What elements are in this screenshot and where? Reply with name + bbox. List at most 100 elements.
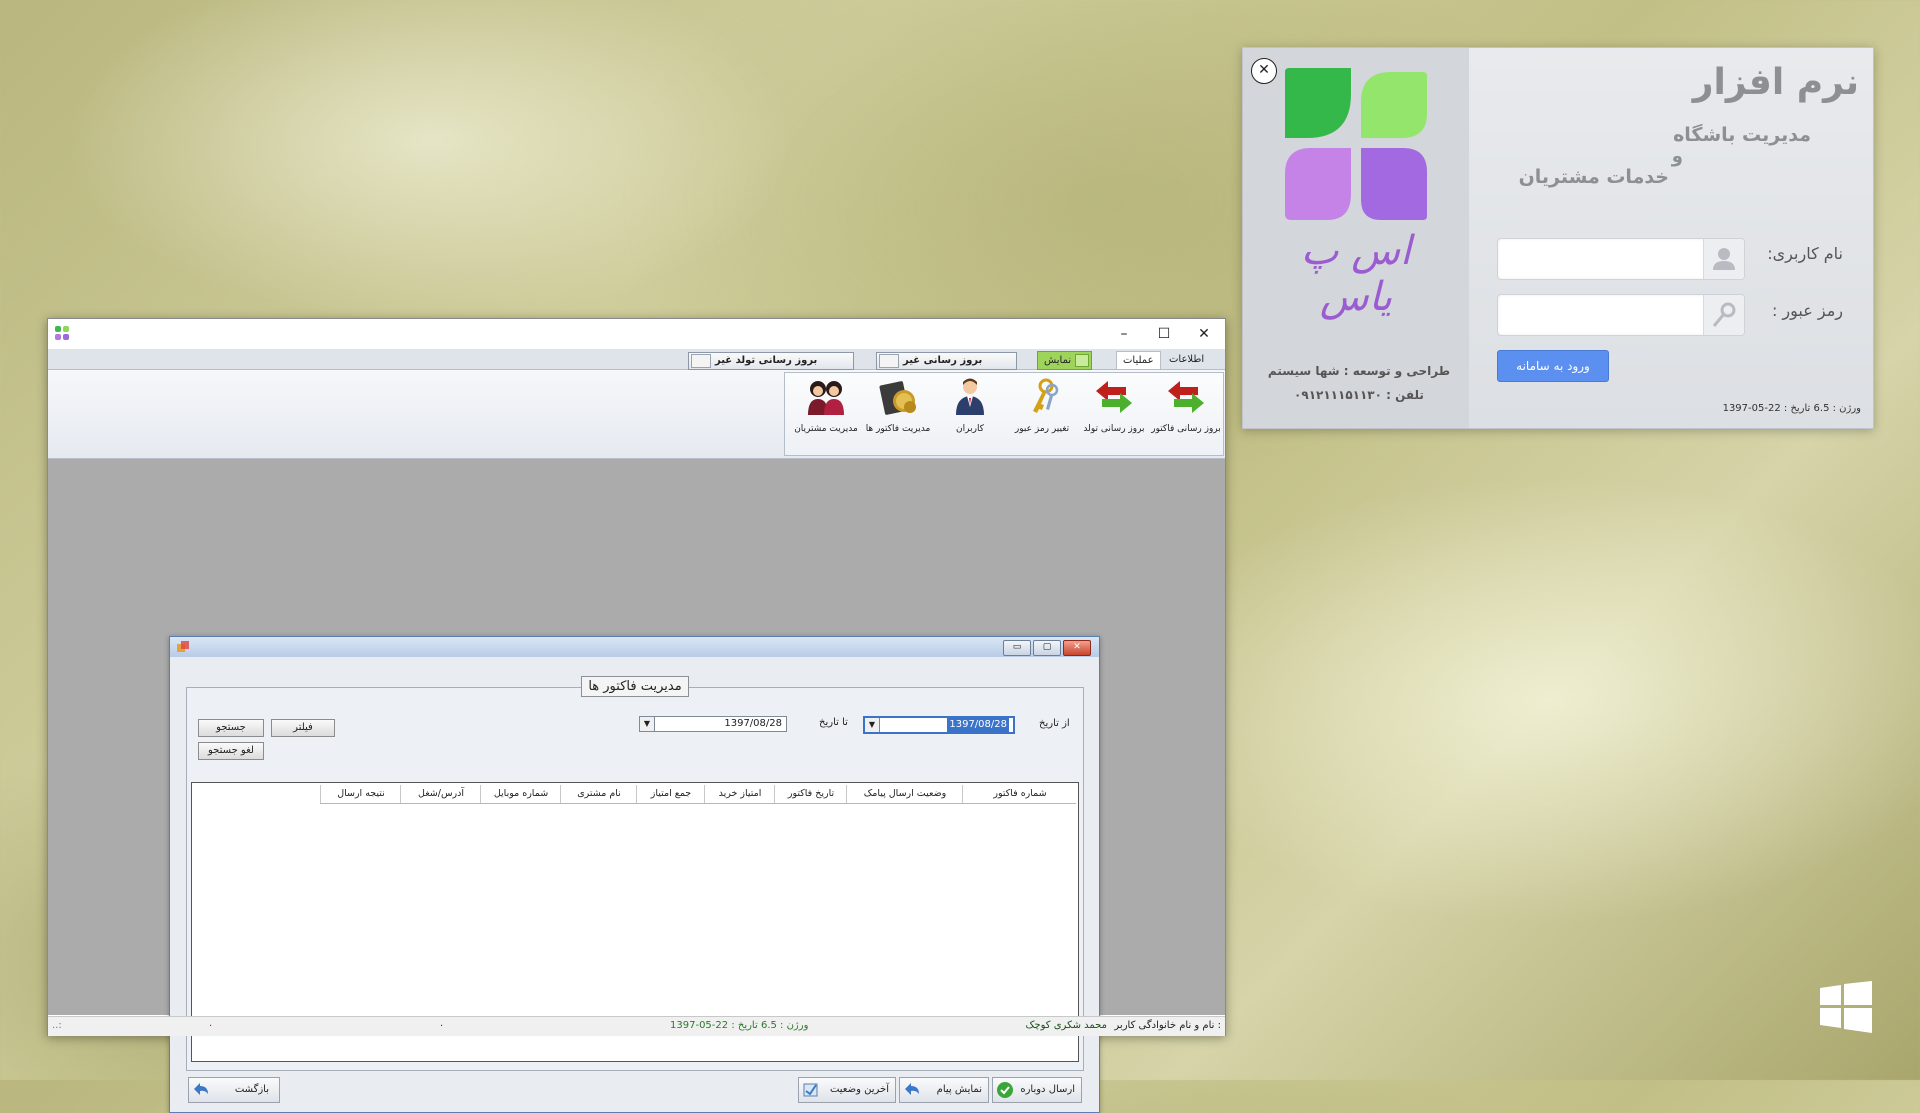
login-subtitle-1: مدیریت باشگاه xyxy=(1673,124,1811,146)
invoice-group-title: مدیریت فاکتور ها xyxy=(187,676,1083,697)
flower-logo-icon xyxy=(1285,68,1427,220)
green-red-arrows-icon xyxy=(1096,381,1132,413)
search-button[interactable]: جستجو xyxy=(198,719,264,737)
column-header[interactable]: تاریخ فاکتور xyxy=(774,785,847,803)
back-button[interactable]: بازگشت xyxy=(188,1077,280,1103)
status-version: ورژن : 6.5 تاریخ : 22-05-1397 xyxy=(670,1020,809,1031)
login-title: نرم افزار xyxy=(1692,62,1859,103)
manual-update-button[interactable]: بروز رسانی غیر خودکار xyxy=(876,352,1017,382)
to-date-picker[interactable]: ▼ 1397/08/28 xyxy=(639,716,787,732)
dialog-app-icon xyxy=(177,641,189,652)
password-icon-box xyxy=(1703,295,1744,335)
login-subtitle-2: خدمات مشتریان xyxy=(1518,166,1669,188)
tab-base-info[interactable]: اطلاعات پایه xyxy=(1163,351,1225,382)
column-header[interactable]: وضعیت ارسال پیامک xyxy=(846,785,963,803)
change-password-label: تغییر رمز عبور xyxy=(1014,424,1070,434)
to-date-value: 1397/08/28 xyxy=(724,718,782,729)
to-date-dropdown-icon[interactable]: ▼ xyxy=(640,717,655,731)
invoice-group-box: مدیریت فاکتور ها از تاریخ ▼ 1397/08/28 ت… xyxy=(186,676,1084,1071)
column-header[interactable]: امتیاز خرید xyxy=(704,785,775,803)
main-titlebar: – ☐ ✕ xyxy=(48,319,1225,349)
coins-icon xyxy=(879,381,916,415)
customers-icon xyxy=(808,381,844,415)
status-bar: نام و نام خانوادگی کاربر : محمد شکری کوچ… xyxy=(48,1016,1225,1036)
column-header[interactable]: نام مشتری xyxy=(560,785,637,803)
from-date-picker[interactable]: ▼ 1397/08/28 xyxy=(863,716,1015,734)
status-dot: . xyxy=(440,1018,444,1029)
tab-display-toggle[interactable] xyxy=(1075,354,1090,367)
main-window: – ☐ ✕ اطلاعات پایه عملیات نمایش بروز رسا… xyxy=(47,318,1226,1113)
ribbon-body: بروز رسانی فاکتور بروز رسانی تولد تغییر xyxy=(48,370,1225,459)
resend-button[interactable]: ارسال دوباره xyxy=(992,1077,1082,1103)
login-button[interactable]: ورود به سامانه xyxy=(1497,350,1609,382)
from-date-dropdown-icon[interactable]: ▼ xyxy=(865,718,880,732)
current-user-name: محمد شکری کوچک xyxy=(1025,1020,1107,1031)
show-message-button[interactable]: نمایش پیام xyxy=(899,1077,989,1103)
resend-label: ارسال دوباره xyxy=(1020,1084,1075,1095)
dialog-minimize-button[interactable]: ▭ xyxy=(1003,640,1031,656)
manual-birthday-update-checkbox[interactable] xyxy=(691,354,711,368)
tab-operations[interactable]: عملیات xyxy=(1116,351,1161,369)
from-date-value: 1397/08/28 xyxy=(947,718,1009,732)
developer-phone: تلفن : ۰۹۱۲۱۱۱۵۱۱۳۰ xyxy=(1294,388,1424,402)
back-label: بازگشت xyxy=(234,1084,269,1095)
username-icon-box xyxy=(1703,239,1744,279)
from-date-label: از تاریخ xyxy=(1039,718,1070,729)
keys-icon xyxy=(1033,378,1059,413)
dialog-maximize-button[interactable]: ▢ xyxy=(1033,640,1061,656)
group-title-text: مدیریت فاکتور ها xyxy=(581,676,689,697)
windows-logo-icon xyxy=(1820,981,1872,1033)
last-status-button[interactable]: آخرین وضعیت xyxy=(798,1077,896,1103)
column-header[interactable]: جمع امتیاز xyxy=(636,785,705,803)
ribbon-group-operations: بروز رسانی فاکتور بروز رسانی تولد تغییر xyxy=(784,372,1224,456)
update-birthday-button[interactable]: بروز رسانی تولد xyxy=(1079,377,1149,439)
check-icon xyxy=(997,1082,1013,1098)
login-brand-panel: ✕ اس پ یاس طراحی و توسعه : شها سیستم تلف… xyxy=(1243,48,1469,428)
invoice-management-label: مدیریت فاکتور ها xyxy=(865,424,931,434)
main-close-button[interactable]: ✕ xyxy=(1184,319,1224,349)
change-password-button[interactable]: تغییر رمز عبور xyxy=(1007,377,1077,439)
password-label: رمز عبور : xyxy=(1771,301,1843,320)
user-icon xyxy=(956,378,984,415)
show-message-label: نمایش پیام xyxy=(936,1084,982,1095)
status-dot: . xyxy=(209,1018,213,1029)
update-invoice-button[interactable]: بروز رسانی فاکتور xyxy=(1151,377,1221,439)
key-icon xyxy=(1712,302,1736,327)
last-status-label: آخرین وضعیت xyxy=(829,1084,889,1095)
back-arrow-icon xyxy=(194,1083,208,1095)
login-window: ✕ اس پ یاس طراحی و توسعه : شها سیستم تلف… xyxy=(1242,47,1874,429)
column-header[interactable]: شماره موبایل xyxy=(480,785,561,803)
brand-name: اس پ یاس xyxy=(1300,228,1412,320)
filter-button[interactable]: فیلتر xyxy=(271,719,335,737)
ribbon-tabs: اطلاعات پایه عملیات نمایش بروز رسانی غیر… xyxy=(48,349,1225,382)
dialog-close-button[interactable]: ✕ xyxy=(1063,640,1091,656)
password-input[interactable] xyxy=(1497,294,1745,336)
main-maximize-button[interactable]: ☐ xyxy=(1144,319,1184,349)
invoice-management-button[interactable]: مدیریت فاکتور ها xyxy=(863,377,933,439)
tab-display[interactable]: نمایش xyxy=(1037,351,1093,370)
invoice-grid-header: شماره فاکتور وضعیت ارسال پیامک تاریخ فاک… xyxy=(320,785,1076,804)
column-header[interactable]: شماره فاکتور xyxy=(962,785,1077,803)
customer-management-button[interactable]: مدیریت مشتریان xyxy=(791,377,861,439)
manual-birthday-update-button[interactable]: بروز رسانی تولد غیر خودکار xyxy=(688,352,854,382)
customer-management-label: مدیریت مشتریان xyxy=(794,424,858,434)
users-button[interactable]: کاربران xyxy=(935,377,1005,439)
invoice-management-dialog: ▭ ▢ ✕ مدیریت فاکتور ها از تاریخ ▼ 1397/0… xyxy=(169,636,1100,1113)
status-icon xyxy=(803,1083,818,1097)
return-arrow-icon xyxy=(905,1083,919,1095)
mdi-workspace: ▭ ▢ ✕ مدیریت فاکتور ها از تاریخ ▼ 1397/0… xyxy=(48,459,1225,1113)
cancel-search-button[interactable]: لغو جستجو xyxy=(198,742,264,760)
developer-credit: طراحی و توسعه : شها سیستم xyxy=(1267,364,1451,378)
user-icon xyxy=(1713,248,1735,270)
manual-update-checkbox[interactable] xyxy=(879,354,899,368)
to-date-label: تا تاریخ xyxy=(819,717,848,728)
update-birthday-label: بروز رسانی تولد xyxy=(1083,424,1145,434)
column-header[interactable]: نتیجه ارسال xyxy=(320,785,401,803)
username-label: نام کاربری: xyxy=(1767,244,1843,263)
current-user-label: نام و نام خانوادگی کاربر : xyxy=(1114,1020,1221,1031)
login-close-button[interactable]: ✕ xyxy=(1251,58,1277,84)
resize-grip[interactable]: ..: xyxy=(52,1020,62,1031)
main-minimize-button[interactable]: – xyxy=(1104,319,1144,349)
column-header[interactable]: آدرس/شغل xyxy=(400,785,481,803)
username-input[interactable] xyxy=(1497,238,1745,280)
